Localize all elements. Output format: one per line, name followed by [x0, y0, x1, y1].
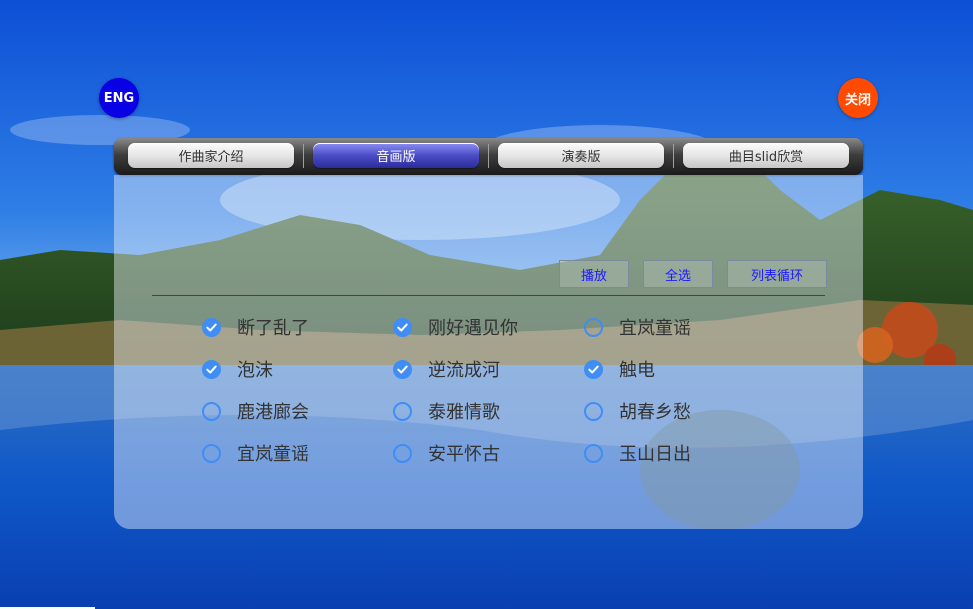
- song-item[interactable]: 断了乱了: [202, 314, 309, 340]
- checked-circle-icon[interactable]: [584, 359, 603, 379]
- song-title: 逆流成河: [428, 360, 500, 381]
- song-item[interactable]: 鹿港廊会: [202, 398, 309, 424]
- tab-bar: 作曲家介绍 音画版 演奏版 曲目slid欣赏: [114, 138, 863, 175]
- unchecked-circle-icon[interactable]: [584, 317, 603, 337]
- song-item[interactable]: 刚好遇见你: [393, 314, 518, 340]
- play-button[interactable]: 播放: [559, 260, 629, 288]
- unchecked-circle-icon[interactable]: [202, 401, 221, 421]
- tab-composer-intro[interactable]: 作曲家介绍: [128, 143, 294, 168]
- song-title: 玉山日出: [619, 444, 691, 465]
- song-title: 泡沫: [237, 360, 273, 381]
- unchecked-circle-icon[interactable]: [202, 443, 221, 463]
- tab-audiovisual[interactable]: 音画版: [313, 143, 479, 168]
- unchecked-circle-icon[interactable]: [584, 443, 603, 463]
- loop-mode-button[interactable]: 列表循环: [727, 260, 827, 288]
- language-button[interactable]: ENG: [99, 78, 139, 118]
- tab-separator: [673, 144, 674, 168]
- song-item[interactable]: 触电: [584, 356, 655, 382]
- checked-circle-icon[interactable]: [202, 317, 221, 337]
- select-all-button[interactable]: 全选: [643, 260, 713, 288]
- checked-circle-icon[interactable]: [393, 317, 412, 337]
- checked-circle-icon[interactable]: [393, 359, 412, 379]
- tab-separator: [303, 144, 304, 168]
- song-item[interactable]: 胡春乡愁: [584, 398, 691, 424]
- song-item[interactable]: 逆流成河: [393, 356, 500, 382]
- song-item[interactable]: 玉山日出: [584, 440, 691, 466]
- song-title: 胡春乡愁: [619, 402, 691, 423]
- song-item[interactable]: 泰雅情歌: [393, 398, 500, 424]
- song-title: 宜岚童谣: [237, 444, 309, 465]
- song-item[interactable]: 宜岚童谣: [584, 314, 691, 340]
- unchecked-circle-icon[interactable]: [393, 443, 412, 463]
- song-item[interactable]: 安平怀古: [393, 440, 500, 466]
- divider: [152, 295, 825, 296]
- unchecked-circle-icon[interactable]: [584, 401, 603, 421]
- close-button[interactable]: 关闭: [838, 78, 878, 118]
- song-title: 鹿港廊会: [237, 402, 309, 423]
- song-panel: 播放 全选 列表循环 断了乱了 刚好遇见你 宜岚童谣 泡沫 逆流成河 触电 鹿港廊会 泰雅情歌…: [114, 175, 863, 529]
- tab-performance[interactable]: 演奏版: [498, 143, 664, 168]
- checked-circle-icon[interactable]: [202, 359, 221, 379]
- tab-separator: [488, 144, 489, 168]
- song-title: 断了乱了: [237, 318, 309, 339]
- song-title: 刚好遇见你: [428, 318, 518, 339]
- tab-slide-show[interactable]: 曲目slid欣赏: [683, 143, 849, 168]
- song-title: 安平怀古: [428, 444, 500, 465]
- song-item[interactable]: 泡沫: [202, 356, 273, 382]
- song-title: 泰雅情歌: [428, 402, 500, 423]
- unchecked-circle-icon[interactable]: [393, 401, 412, 421]
- song-title: 触电: [619, 360, 655, 381]
- song-title: 宜岚童谣: [619, 318, 691, 339]
- song-item[interactable]: 宜岚童谣: [202, 440, 309, 466]
